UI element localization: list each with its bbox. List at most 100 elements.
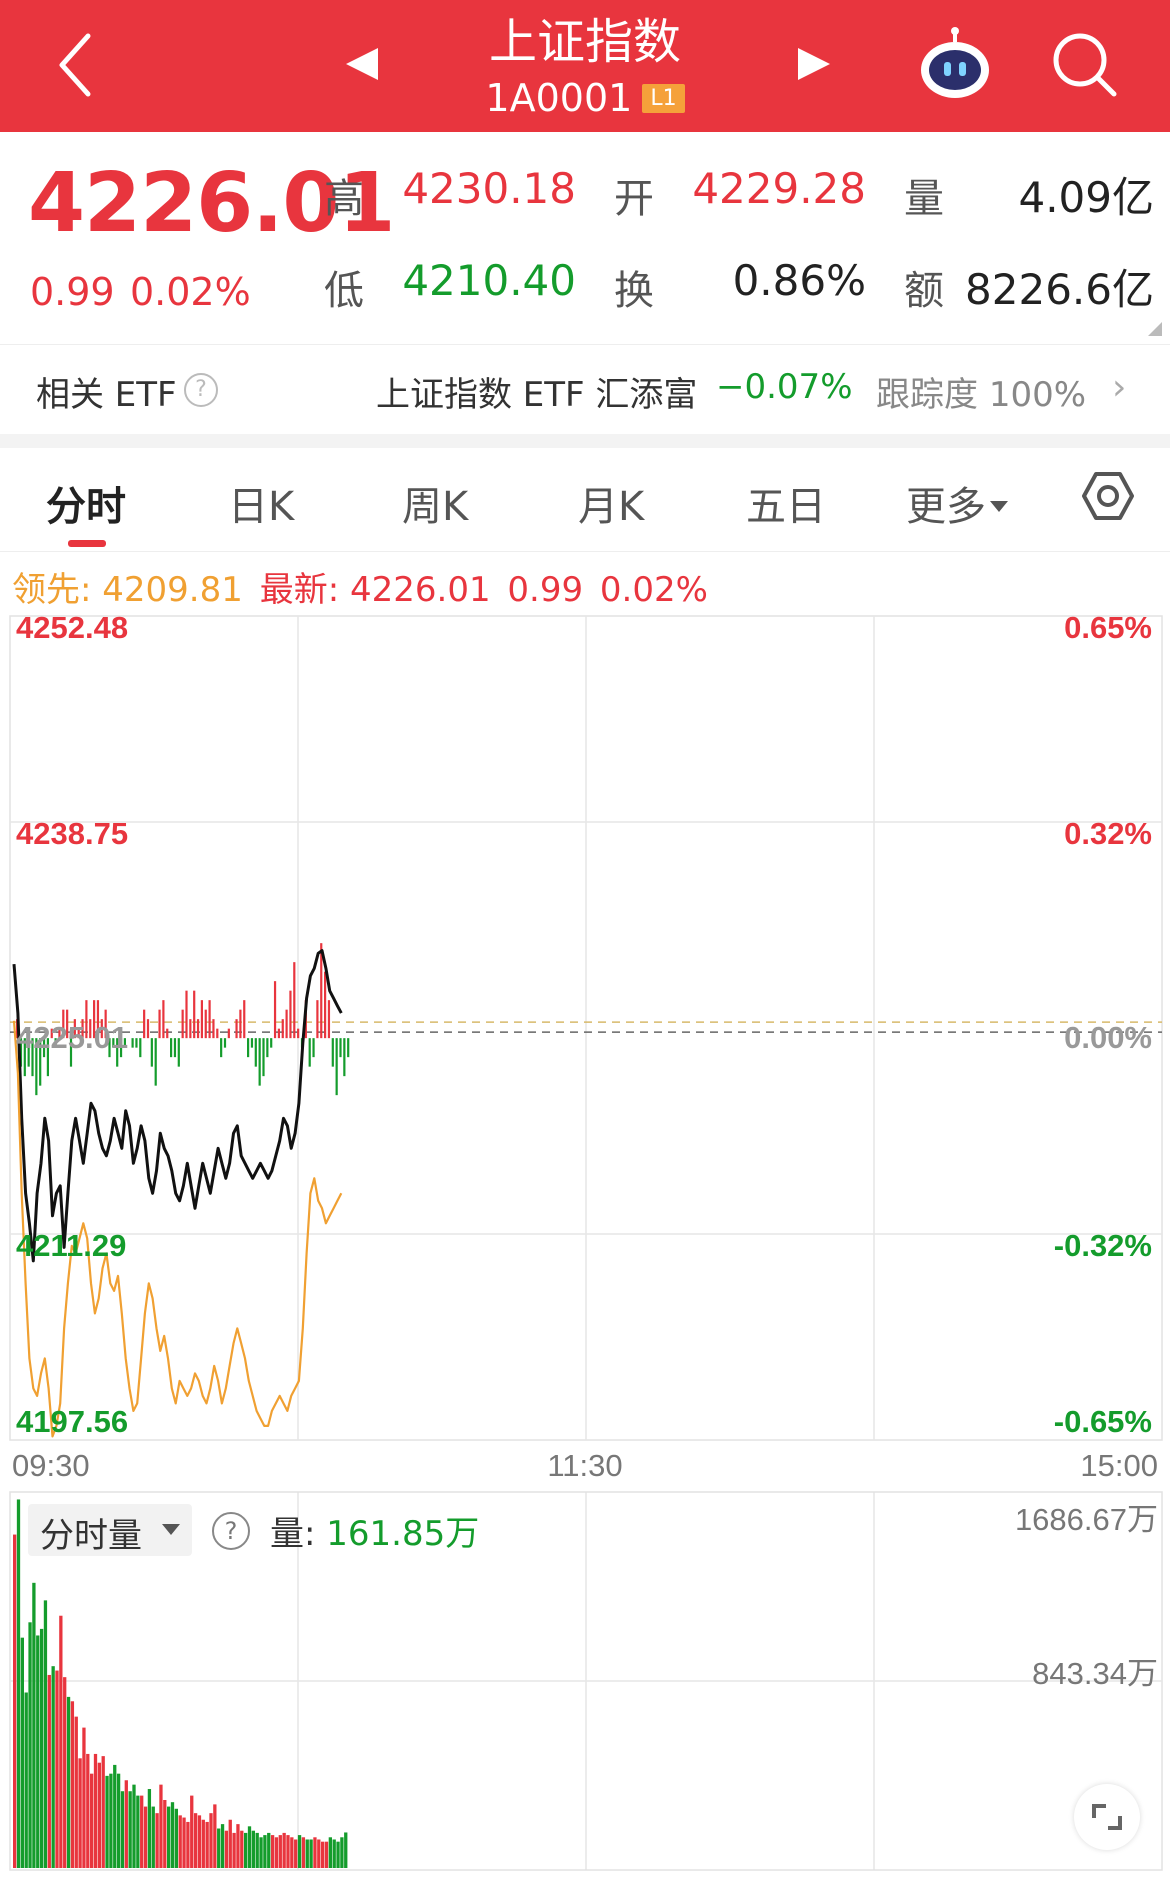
volume-bar-up	[182, 1817, 186, 1868]
robot-assistant-icon[interactable]	[915, 26, 995, 102]
price-change: 0.99	[30, 270, 115, 314]
fullscreen-button[interactable]	[1074, 1784, 1140, 1850]
tracking-label: 跟踪度	[876, 375, 978, 415]
quote-panel: 4226.01 0.99 0.02% 高 4230.18 开 4229.28 量…	[0, 132, 1170, 344]
turnover-label: 换	[614, 268, 654, 314]
volume-bar-down	[105, 1775, 109, 1868]
volume-bar-down	[24, 1692, 28, 1868]
volume-bar-down	[244, 1832, 248, 1868]
etf-change-pct: −0.07%	[716, 367, 853, 407]
amount-label: 额	[904, 268, 944, 314]
search-icon[interactable]	[1050, 30, 1120, 100]
volume-bar-down	[32, 1582, 36, 1868]
settings-icon[interactable]	[1080, 468, 1136, 524]
price-change-pct: 0.02%	[130, 270, 251, 314]
tab-daily-k[interactable]: 日K	[228, 474, 294, 532]
y-axis-right-label: 0.00%	[1064, 1020, 1152, 1055]
volume-bar-up	[193, 1813, 198, 1868]
expand-corner-icon[interactable]	[1148, 322, 1162, 336]
change-bar-up	[316, 1000, 319, 1039]
change-bar-down	[131, 1038, 134, 1048]
change-bar-down	[331, 1038, 334, 1067]
caret-down-icon	[990, 501, 1008, 512]
volume-bar-up	[163, 1799, 167, 1868]
tab-monthly-k[interactable]: 月K	[578, 474, 644, 532]
volume-bar-down	[328, 1837, 332, 1868]
volume-bar-down	[39, 1628, 44, 1868]
volume-bar-down	[332, 1839, 336, 1868]
change-bar-up	[235, 1019, 238, 1039]
help-icon[interactable]: ?	[212, 1512, 250, 1550]
volume-readout-value: 161.85万	[326, 1514, 480, 1554]
change-bar-up	[285, 1009, 288, 1039]
latest-label: 最新:	[259, 570, 340, 610]
change-bar-up	[200, 1000, 203, 1039]
volume-bar-up	[78, 1758, 82, 1868]
chart-tabs: 分时 日K 周K 月K 五日 更多	[0, 448, 1170, 552]
volume-bar-down	[51, 1666, 55, 1868]
volume-bar-down	[20, 1637, 24, 1868]
volume-bar-down	[297, 1835, 302, 1868]
tab-five-day[interactable]: 五日	[746, 474, 826, 532]
change-bar-up	[208, 1000, 211, 1039]
change-bar-up	[227, 1028, 230, 1039]
tab-more[interactable]: 更多	[906, 474, 1008, 532]
volume-bar-up	[186, 1821, 190, 1868]
volume-bar-up	[228, 1819, 232, 1868]
volume-bar-up	[124, 1780, 128, 1868]
volume-bar-down	[120, 1791, 125, 1868]
change-bar-up	[281, 1019, 284, 1039]
change-bar-down	[254, 1038, 257, 1067]
etf-name: 上证指数 ETF 汇添富	[376, 375, 698, 415]
change-bar-up	[277, 1028, 280, 1039]
change-bar-up	[196, 1019, 200, 1039]
y-axis-right-label: -0.32%	[1054, 1228, 1152, 1263]
volume-bar-up	[86, 1753, 90, 1868]
tab-intraday[interactable]: 分时	[46, 474, 126, 532]
volume-bar-up	[70, 1701, 75, 1868]
help-icon[interactable]: ?	[184, 373, 218, 407]
volume-bar-up	[282, 1832, 286, 1868]
change-bar-down	[343, 1038, 346, 1077]
volume-bar-down	[109, 1773, 113, 1868]
change-bar-down	[220, 1038, 223, 1058]
volume-bar-up	[224, 1830, 229, 1868]
volume-bar-up	[294, 1839, 298, 1868]
volume-bar-up	[178, 1815, 182, 1868]
volume-bar-down	[116, 1773, 121, 1868]
related-etf-label: 相关 ETF	[36, 375, 177, 415]
volume-bar-up	[155, 1813, 159, 1868]
turnover-value: 0.86%	[732, 256, 866, 305]
change-bar-up	[297, 1028, 300, 1039]
caret-down-icon	[162, 1524, 180, 1535]
related-etf-row[interactable]: 相关 ETF ? 上证指数 ETF 汇添富 −0.07% 跟踪度 100% ›	[0, 344, 1170, 434]
tab-weekly-k[interactable]: 周K	[402, 474, 468, 532]
volume-bar-down	[28, 1622, 32, 1868]
open-label: 开	[614, 176, 654, 222]
next-stock-icon[interactable]	[794, 44, 834, 84]
volume-bar-up	[213, 1804, 217, 1868]
change-bar-down	[135, 1038, 138, 1048]
change-bar-down	[173, 1038, 177, 1058]
volume-bar-up	[201, 1819, 205, 1868]
volume-bar-up	[101, 1756, 105, 1868]
volume-type-label: 分时量	[40, 1516, 142, 1556]
intraday-chart[interactable]: 4252.48 4238.75 4225.01 4211.29 4197.56 0.65%…	[0, 612, 1170, 1877]
volume-bar-up	[82, 1727, 86, 1868]
high-label: 高	[324, 176, 364, 222]
volume-readout-label: 量:	[270, 1514, 316, 1554]
open-value: 4229.28	[692, 164, 866, 213]
volume-bar-up	[236, 1824, 240, 1868]
latest-pct: 0.02%	[599, 570, 708, 610]
volume-bar-down	[147, 1789, 152, 1868]
volume-bar-down	[344, 1832, 348, 1868]
change-bar-down	[266, 1038, 269, 1058]
volume-bar-down	[255, 1832, 259, 1868]
chevron-right-icon: ›	[1112, 367, 1127, 408]
y-axis-right-label: 0.65%	[1064, 612, 1152, 645]
change-bar-up	[181, 1009, 184, 1039]
volume-bar-up	[47, 1674, 51, 1868]
volume-bar-up	[321, 1841, 325, 1868]
latest-value: 4226.01	[349, 570, 491, 610]
volume-type-select[interactable]: 分时量	[28, 1504, 192, 1556]
